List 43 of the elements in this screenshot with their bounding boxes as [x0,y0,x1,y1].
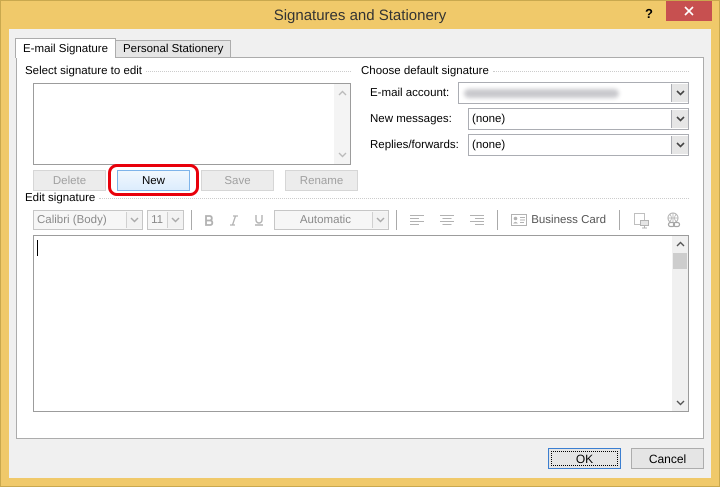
underline-icon [254,214,264,226]
caret-icon [676,142,684,148]
text-align-icon [470,215,484,225]
dropdown[interactable] [458,82,689,104]
tab[interactable]: E-mail Signature [15,38,116,58]
dropdown[interactable]: (none) [468,108,689,130]
window-title: Signatures and Stationery [274,6,446,24]
caret-icon [170,217,180,223]
help-button[interactable]: ? [641,6,657,21]
italic-icon [230,214,238,226]
close-icon [684,6,694,16]
scroll-up-icon [676,241,684,247]
group-label: Edit signature [25,192,96,204]
field-label: New messages: [370,113,453,125]
globe-link-icon [664,212,683,228]
group-label: Choose default signature [361,65,489,77]
caret-icon [130,217,140,223]
dropdown[interactable]: (none) [468,134,689,156]
group-label: Select signature to edit [25,65,142,77]
caret-icon [676,90,684,96]
signature-list[interactable] [33,83,351,165]
caret-icon [676,116,684,122]
caret-icon [376,217,386,223]
scroll-up-icon [338,90,346,96]
scrollbar[interactable] [672,236,688,411]
text-cursor [37,240,38,256]
scrollbar[interactable] [334,84,350,164]
dialog-button[interactable]: Cancel [631,448,704,469]
text-align-icon [440,215,454,225]
contact-card-icon [511,214,528,226]
bold-icon [204,214,214,226]
image-monitor-icon [632,212,649,228]
signature-button[interactable]: New [117,170,190,191]
dialog-button[interactable]: OK [548,448,621,469]
signature-editor[interactable] [33,235,689,412]
scroll-down-icon [676,400,684,406]
tab[interactable]: Personal Stationery [115,40,232,57]
close-button[interactable] [666,1,712,21]
field-label: E-mail account: [370,87,450,99]
text-align-icon [410,215,424,225]
scroll-thumb[interactable] [673,253,687,269]
field-label: Replies/forwards: [370,139,460,151]
scroll-down-icon [338,152,346,158]
